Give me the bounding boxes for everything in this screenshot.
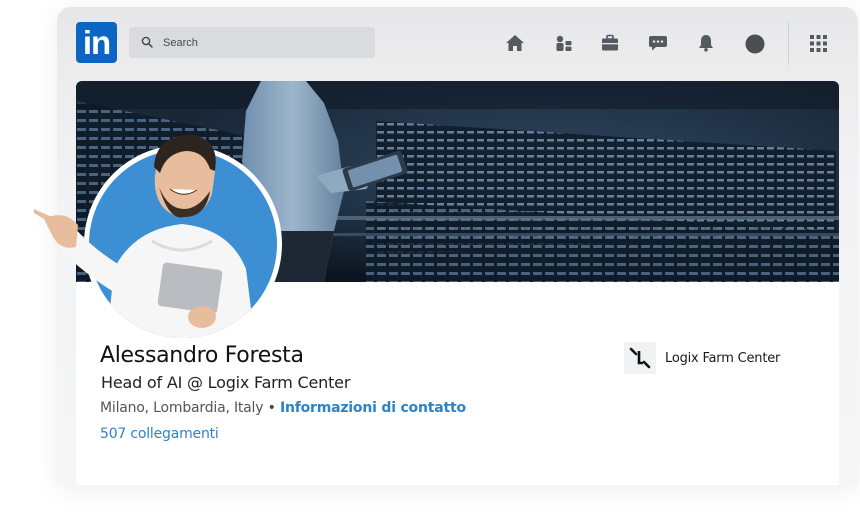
search-box[interactable]	[129, 27, 375, 58]
profile-photo[interactable]	[34, 129, 296, 349]
linkedin-logo[interactable]: in	[76, 22, 117, 63]
current-company[interactable]: Logix Farm Center	[624, 342, 780, 374]
contact-info-link[interactable]: Informazioni di contatto	[280, 400, 466, 416]
profile-headline: Head of AI @ Logix Farm Center	[101, 373, 351, 392]
connections-link[interactable]: 507 collegamenti	[100, 426, 219, 442]
divider	[788, 21, 789, 65]
profile-avatar[interactable]	[745, 34, 765, 54]
search-icon	[141, 36, 153, 48]
apps-grid-icon[interactable]	[810, 35, 827, 52]
profile-name: Alessandro Foresta	[100, 343, 304, 368]
bell-icon[interactable]	[696, 33, 716, 53]
location-line: Milano, Lombardia, Italy • Informazioni …	[100, 400, 466, 416]
separator-bullet: •	[267, 400, 276, 416]
people-icon[interactable]	[554, 33, 574, 53]
profile-location: Milano, Lombardia, Italy	[100, 400, 264, 416]
briefcase-icon[interactable]	[600, 33, 620, 53]
top-navigation-bar: in	[57, 7, 858, 79]
search-input[interactable]	[163, 27, 363, 58]
home-icon[interactable]	[505, 33, 525, 53]
company-name: Logix Farm Center	[665, 350, 781, 366]
company-logo-icon	[624, 342, 656, 374]
chat-icon[interactable]	[648, 33, 668, 53]
